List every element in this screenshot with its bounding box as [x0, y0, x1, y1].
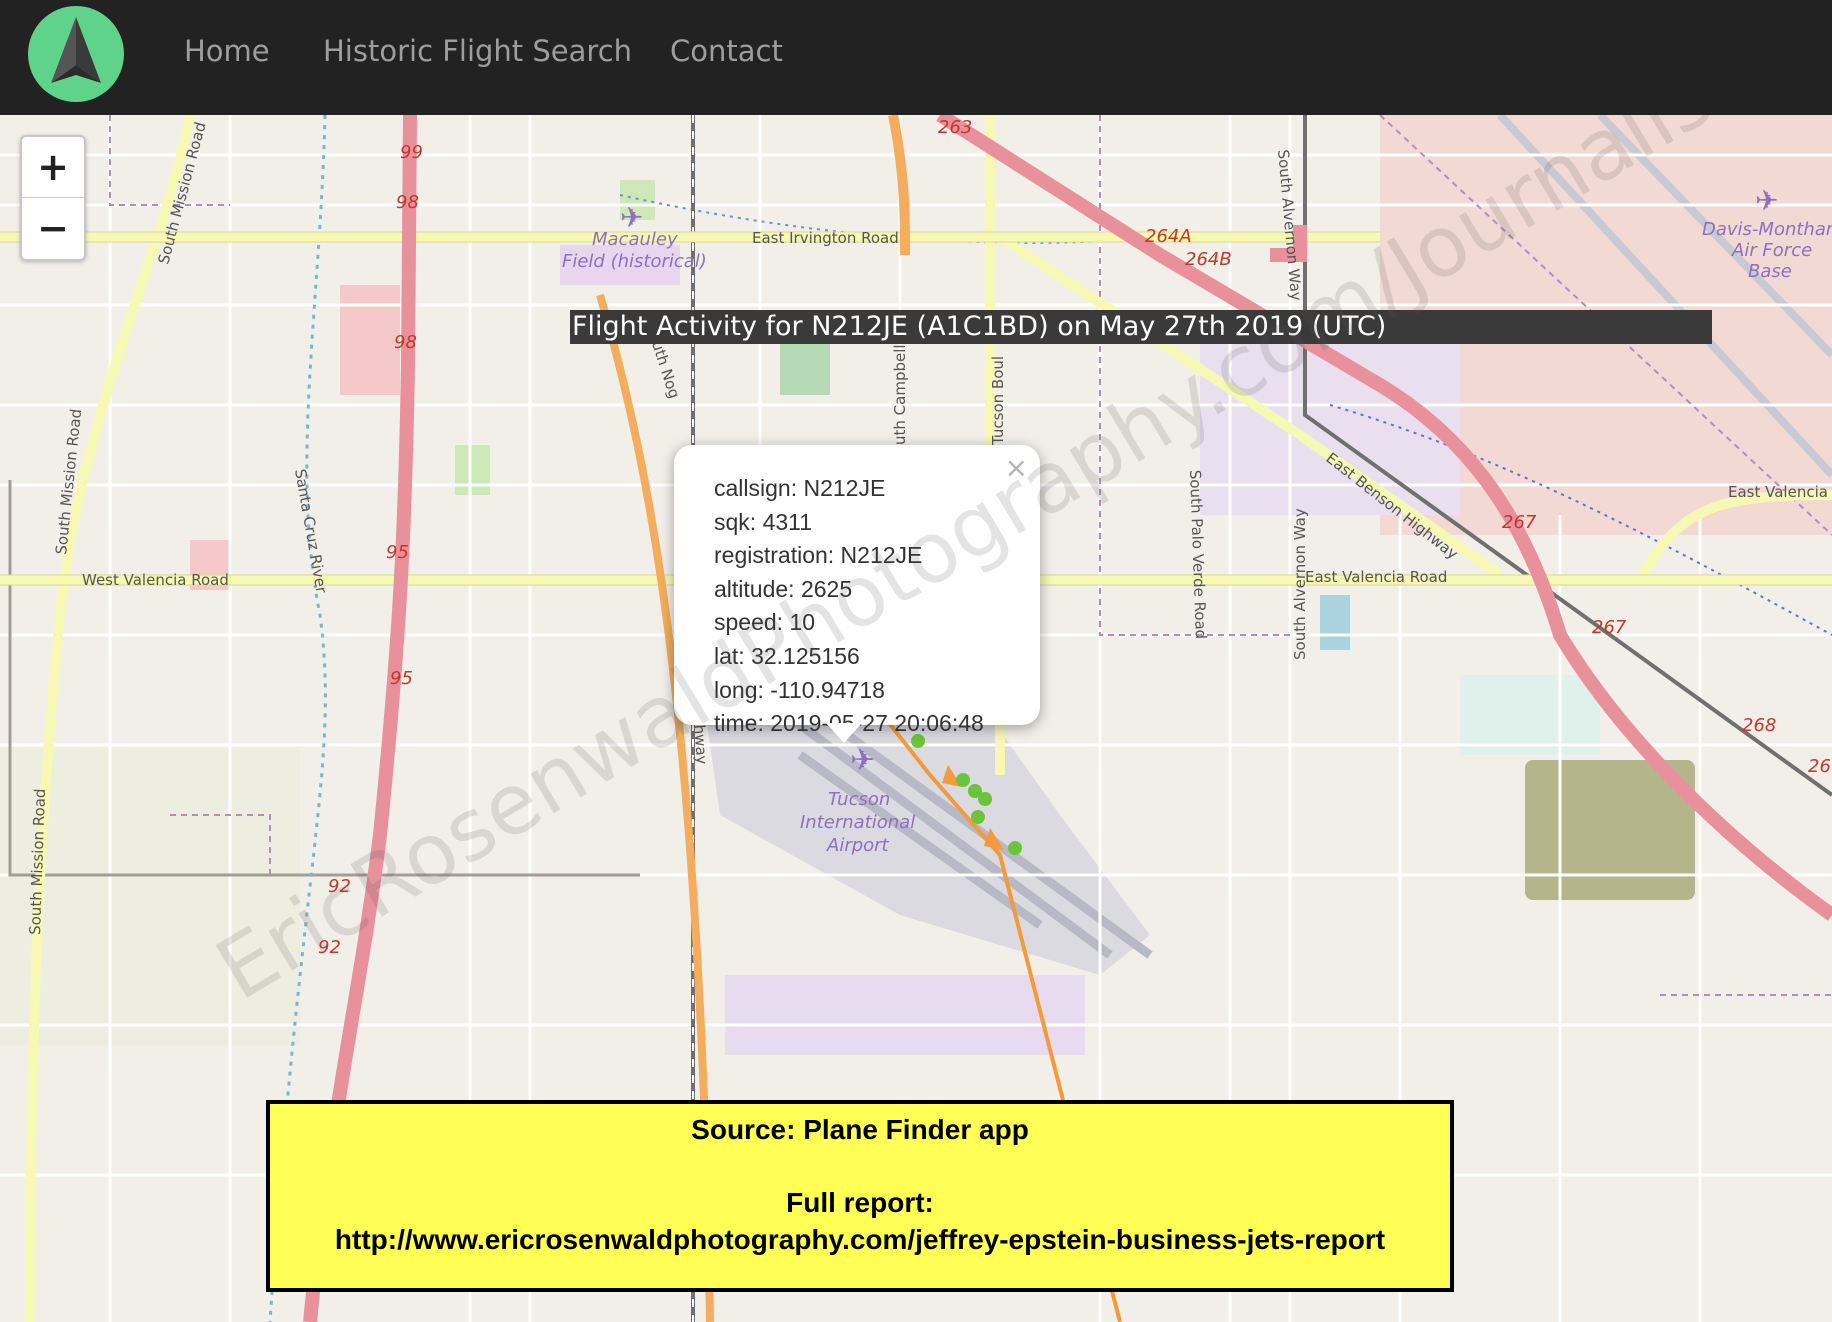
- nav-historic-flight-search-link[interactable]: Historic Flight Search: [323, 34, 632, 68]
- nav-contact-link[interactable]: Contact: [670, 34, 783, 68]
- landuse-patch: [340, 285, 400, 395]
- popup-callsign: callsign: N212JE: [714, 475, 886, 501]
- park-patch: [455, 445, 490, 495]
- popup-close-button[interactable]: ×: [1005, 451, 1028, 484]
- source-line: Source: Plane Finder app: [691, 1114, 1029, 1145]
- label-east-irvington: East Irvington Road: [752, 229, 899, 247]
- shield-263: 263: [938, 117, 972, 138]
- label-south-campbell: uth Campbell: [891, 344, 909, 445]
- label-air-force: Air Force: [1731, 240, 1812, 261]
- popup-tip: [826, 723, 862, 743]
- shield-264a: 264A: [1145, 226, 1192, 247]
- shield-98b: 98: [394, 332, 417, 353]
- shield-99: 99: [400, 142, 423, 163]
- landuse-patch: [725, 975, 1085, 1055]
- flight-info-popup: × callsign: N212JE sqk: 4311 registratio…: [674, 445, 1040, 736]
- mountain-logo-icon[interactable]: [27, 5, 125, 103]
- shield-264b: 264B: [1185, 249, 1232, 270]
- map-view[interactable]: ✈ ✈ ✈ Macauley Field (historical) East I…: [0, 115, 1832, 1322]
- zoom-out-button[interactable]: −: [22, 198, 84, 258]
- label-east-valencia-right: East Valencia R: [1728, 483, 1832, 501]
- landuse-patch: [1460, 675, 1600, 755]
- label-south-alvernon-mid: South Alvernon Way: [1291, 508, 1309, 660]
- source-annotation-box: Source: Plane Finder app Full report: ht…: [266, 1100, 1454, 1292]
- zoom-in-button[interactable]: +: [22, 137, 84, 198]
- flight-activity-title: Flight Activity for N212JE (A1C1BD) on M…: [570, 310, 1712, 344]
- nav-home-link[interactable]: Home: [184, 34, 270, 68]
- label-tucson-boul: Tucson Boul: [989, 356, 1007, 446]
- label-tucson: Tucson: [828, 789, 890, 810]
- shield-267a: 267: [1502, 512, 1537, 533]
- shield-26: 26: [1808, 756, 1831, 777]
- water-patch: [1320, 595, 1350, 650]
- label-field-historical: Field (historical): [562, 251, 707, 272]
- label-international: International: [800, 812, 915, 833]
- shield-95a: 95: [386, 542, 409, 563]
- shield-92b: 92: [318, 937, 341, 958]
- label-macauley: Macauley: [592, 229, 678, 250]
- label-east-valencia: East Valencia Road: [1305, 568, 1447, 586]
- zoom-control: + −: [20, 135, 86, 261]
- airbase-plane-icon: ✈: [1755, 184, 1778, 217]
- popup-altitude: altitude: 2625: [714, 575, 853, 602]
- label-davis-monthan: Davis-Monthan: [1702, 219, 1832, 240]
- shield-95b: 95: [390, 668, 413, 689]
- flight-point[interactable]: [956, 773, 970, 787]
- flight-point[interactable]: [1008, 841, 1022, 855]
- popup-sqk: sqk: 4311: [714, 508, 813, 535]
- flight-point[interactable]: [971, 810, 985, 824]
- flight-point[interactable]: [978, 792, 992, 806]
- full-report-label: Full report:: [786, 1187, 934, 1218]
- shield-92a: 92: [328, 876, 351, 897]
- full-report-url: http://www.ericrosenwaldphotography.com/…: [334, 1224, 1386, 1255]
- popup-long: long: -110.94718: [714, 676, 885, 703]
- shield-268: 268: [1742, 715, 1776, 736]
- label-airport: Airport: [826, 835, 890, 856]
- label-base: Base: [1748, 261, 1792, 282]
- popup-lat: lat: 32.125156: [714, 642, 860, 669]
- navbar: Home Historic Flight Search Contact: [0, 0, 1832, 115]
- shield-98a: 98: [396, 192, 419, 213]
- popup-content: callsign: N212JE sqk: 4311 registration:…: [714, 472, 984, 741]
- popup-speed: speed: 10: [714, 609, 816, 636]
- popup-registration: registration: N212JE: [714, 542, 923, 569]
- label-west-valencia: West Valencia Road: [82, 571, 229, 589]
- shield-267b: 267: [1592, 617, 1627, 638]
- airport-plane-icon: ✈: [850, 743, 875, 778]
